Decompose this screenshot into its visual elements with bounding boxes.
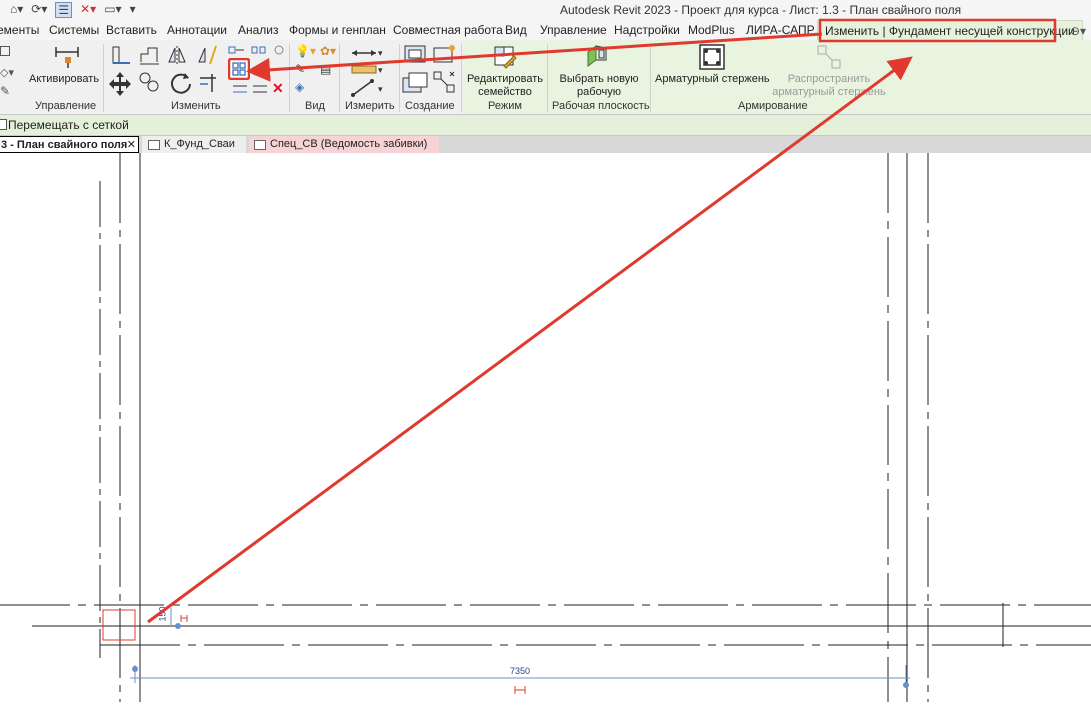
annotation-arrow — [246, 32, 823, 82]
annotation-arrow — [147, 56, 913, 624]
highlight-box — [818, 18, 1057, 43]
annotation-overlay — [147, 18, 1057, 624]
